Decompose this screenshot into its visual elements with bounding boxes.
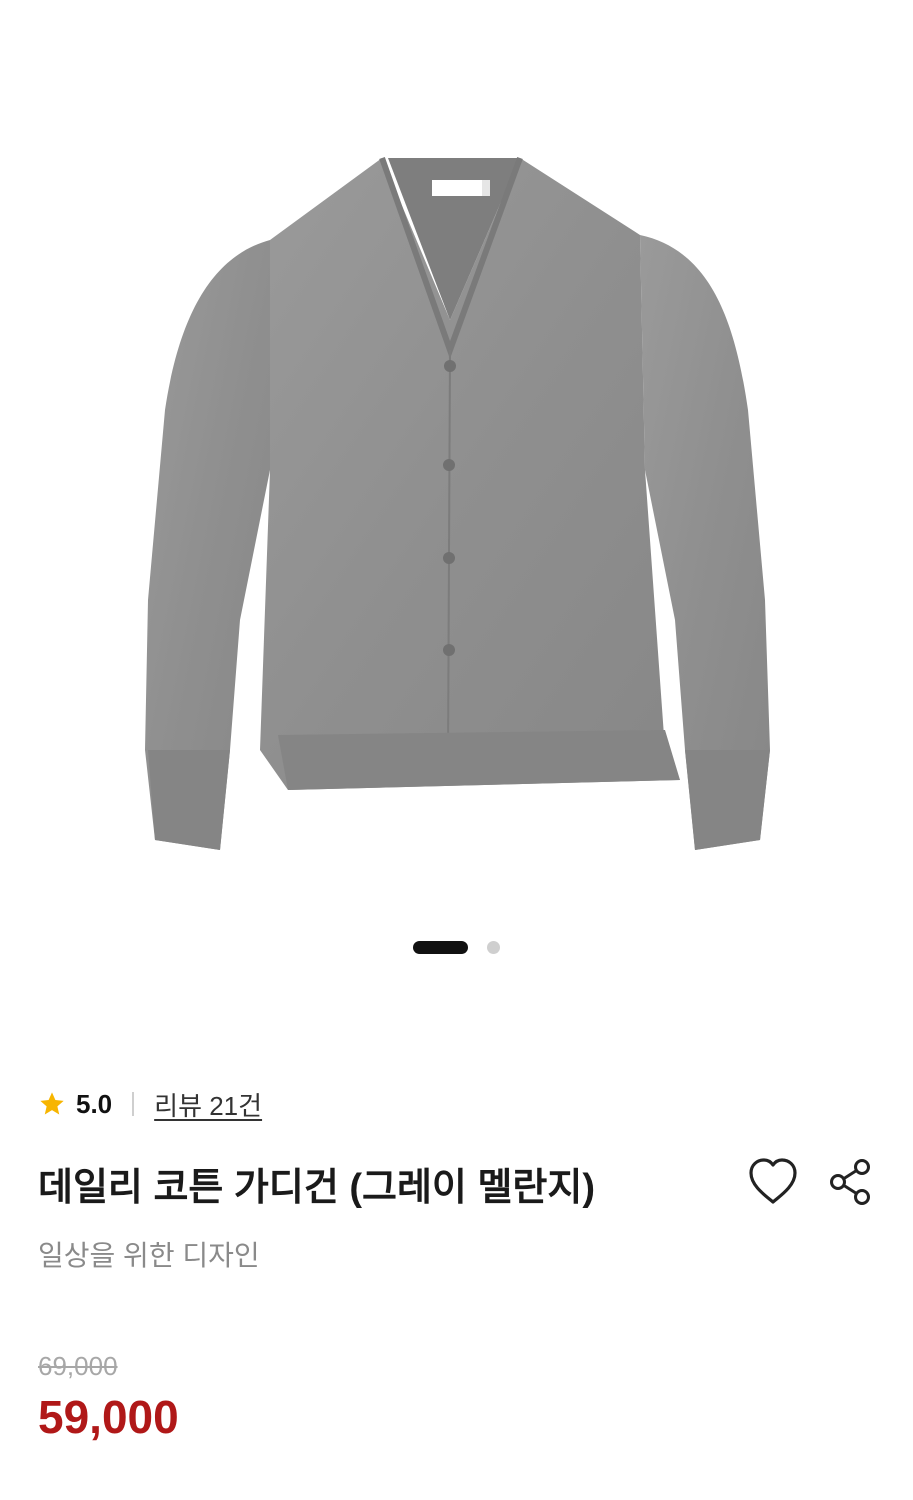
- gallery-pagination: [0, 941, 913, 955]
- share-icon[interactable]: [828, 1158, 874, 1206]
- product-subtitle: 일상을 위한 디자인: [38, 1240, 260, 1271]
- sale-price: 59,000: [38, 1391, 179, 1443]
- heart-icon[interactable]: [746, 1156, 800, 1206]
- star-icon: [40, 1092, 64, 1115]
- rating-row: 5.0 리뷰 21건: [38, 1086, 262, 1122]
- review-count-link[interactable]: 리뷰 21건: [154, 1086, 262, 1123]
- pagination-dot-active[interactable]: [413, 941, 468, 954]
- rating-score: 5.0: [76, 1088, 113, 1119]
- original-price: 69,000: [38, 1351, 118, 1381]
- divider: [132, 1092, 135, 1116]
- title-row: 데일리 코튼 가디건 (그레이 멜란지): [38, 1150, 878, 1214]
- product-image-gallery[interactable]: [0, 0, 913, 1000]
- pagination-dot[interactable]: [487, 941, 500, 954]
- product-image: [145, 156, 770, 850]
- product-title: 데일리 코튼 가디건 (그레이 멜란지): [38, 1167, 595, 1209]
